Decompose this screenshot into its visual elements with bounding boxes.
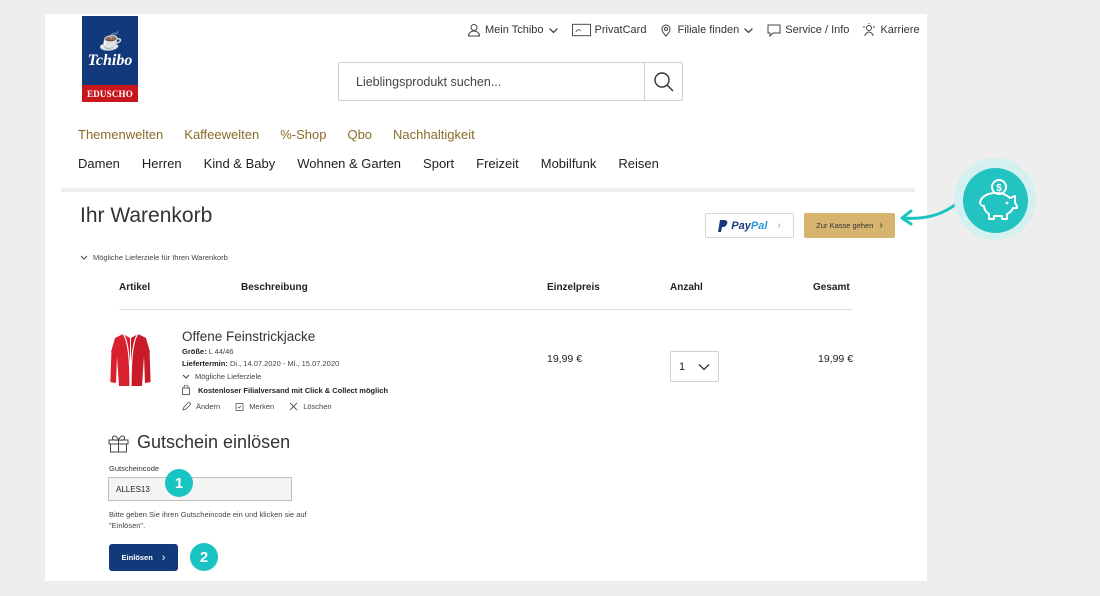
shop-page: ☕ Tchibo EDUSCHO Mein Tchibo PrivatCard …	[45, 14, 927, 581]
tchibo-logo[interactable]: ☕ Tchibo EDUSCHO	[82, 16, 138, 102]
page-title: Ihr Warenkorb	[80, 204, 213, 227]
paypal-text-part2: Pal	[750, 219, 768, 232]
nav-service-info[interactable]: Service / Info	[767, 23, 849, 37]
user-icon	[467, 24, 481, 37]
nav-mein-tchibo[interactable]: Mein Tchibo	[467, 23, 559, 37]
chevron-right-icon: ›	[777, 220, 781, 231]
voucher-code-input[interactable]	[108, 477, 292, 501]
shipping-note: Kostenloser Filialversand mit Click & Co…	[182, 385, 388, 395]
chevron-down-icon	[182, 374, 190, 379]
nav-mobilfunk[interactable]: Mobilfunk	[541, 156, 597, 171]
save-for-later-button[interactable]: Merken	[235, 402, 274, 411]
nav-qbo[interactable]: Qbo	[347, 127, 372, 142]
paypal-button[interactable]: Pay Pal ›	[705, 213, 794, 238]
chat-icon	[767, 24, 781, 37]
paypal-logo-icon	[718, 219, 728, 232]
header-unit-price: Einzelpreis	[547, 282, 600, 293]
voucher-field-label: Gutscheincode	[109, 464, 160, 473]
nav-damen[interactable]: Damen	[78, 156, 120, 171]
search-bar	[338, 62, 683, 101]
quantity-select[interactable]: 1	[670, 351, 719, 382]
delivery-destinations-toggle[interactable]: Mögliche Lieferziele für Ihren Warenkorb	[80, 253, 228, 262]
checkout-button[interactable]: Zur Kasse gehen ›	[804, 213, 895, 238]
step-badge-2: 2	[190, 543, 218, 571]
header-article: Artikel	[119, 282, 151, 293]
nav-kaffeewelten[interactable]: Kaffeewelten	[184, 127, 259, 142]
product-name[interactable]: Offene Feinstrickjacke	[182, 329, 315, 344]
pencil-icon	[182, 402, 191, 411]
product-delivery-date: Liefertermin: Di., 14.07.2020 - Mi., 15.…	[182, 359, 340, 368]
notepad-icon	[235, 403, 244, 411]
item-actions: Ändern Merken Löschen	[182, 402, 332, 411]
nav-filiale-finden[interactable]: Filiale finden	[659, 23, 754, 37]
logo-text-top: Tchibo	[87, 51, 133, 69]
card-icon	[571, 23, 591, 37]
chevron-down-icon	[744, 27, 754, 33]
coffee-cup-icon: ☕	[98, 30, 122, 51]
nav-sport[interactable]: Sport	[423, 156, 454, 171]
item-delivery-toggle[interactable]: Mögliche Lieferziele	[182, 372, 261, 381]
search-icon	[653, 71, 673, 91]
delete-button[interactable]: Löschen	[289, 402, 332, 411]
redeem-voucher-button[interactable]: Einlösen ›	[109, 544, 178, 571]
close-icon	[289, 402, 298, 411]
nav-karriere[interactable]: Karriere	[862, 23, 920, 37]
shopping-bag-icon	[182, 385, 190, 395]
search-input[interactable]	[339, 63, 644, 100]
voucher-section-title: Gutschein einlösen	[108, 432, 290, 453]
piggy-bank-icon: $	[978, 178, 1018, 220]
logo-text-bottom: EDUSCHO	[82, 85, 138, 102]
chevron-down-icon	[80, 255, 88, 260]
category-nav: Damen Herren Kind & Baby Wohnen & Garten…	[78, 156, 659, 171]
table-divider	[119, 309, 852, 310]
utility-nav: Mein Tchibo PrivatCard Filiale finden Se…	[467, 23, 920, 37]
savings-badge: $	[963, 168, 1028, 233]
header-divider	[61, 188, 915, 192]
chevron-down-icon	[698, 363, 710, 370]
unit-price: 19,99 €	[547, 353, 583, 365]
line-total: 19,99 €	[818, 353, 854, 365]
nav-nachhaltigkeit[interactable]: Nachhaltigkeit	[393, 127, 475, 142]
gift-icon	[108, 434, 129, 452]
nav-wohnen-garten[interactable]: Wohnen & Garten	[297, 156, 401, 171]
chevron-right-icon: ›	[879, 220, 883, 231]
nav-herren[interactable]: Herren	[142, 156, 182, 171]
product-image-jacket[interactable]	[109, 332, 152, 388]
edit-button[interactable]: Ändern	[182, 402, 220, 411]
chevron-down-icon	[548, 27, 558, 33]
header-total: Gesamt	[813, 282, 850, 293]
nav-prozent-shop[interactable]: %-Shop	[280, 127, 326, 142]
nav-themenwelten[interactable]: Themenwelten	[78, 127, 163, 142]
search-button[interactable]	[644, 63, 682, 100]
nav-freizeit[interactable]: Freizeit	[476, 156, 519, 171]
nav-reisen[interactable]: Reisen	[618, 156, 658, 171]
nav-privatcard[interactable]: PrivatCard	[571, 23, 646, 37]
career-icon	[863, 23, 876, 37]
header-description: Beschreibung	[241, 282, 308, 293]
product-size: Größe: L 44/46	[182, 347, 234, 356]
step-badge-1: 1	[165, 469, 193, 497]
location-pin-icon	[661, 24, 671, 37]
paypal-text-part1: Pay	[731, 219, 751, 232]
nav-kind-baby[interactable]: Kind & Baby	[204, 156, 276, 171]
header-quantity: Anzahl	[670, 282, 703, 293]
voucher-hint: Bitte geben Sie ihren Gutscheincode ein …	[109, 510, 307, 530]
chevron-right-icon: ›	[161, 551, 166, 564]
primary-nav: Themenwelten Kaffeewelten %-Shop Qbo Nac…	[78, 127, 475, 142]
